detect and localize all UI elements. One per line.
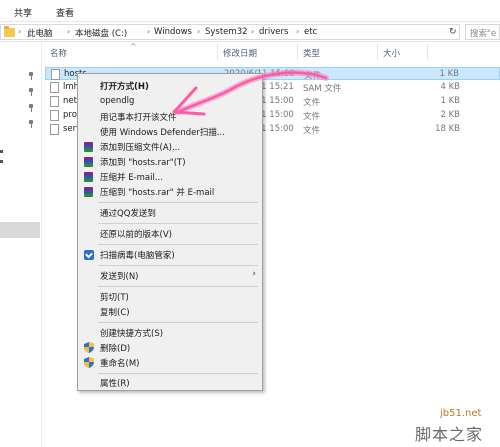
breadcrumb-system32[interactable]: System32 <box>205 27 248 37</box>
menu-defender-scan[interactable]: 使用 Windows Defender扫描... <box>78 125 262 139</box>
pin-icon[interactable] <box>28 120 34 128</box>
file-icon <box>51 69 60 80</box>
chevron-right-icon: › <box>18 27 22 36</box>
watermark-site: jb51.net <box>440 408 482 419</box>
menu-properties[interactable]: 属性(R) <box>78 376 262 390</box>
menu-label: 使用 Windows Defender扫描... <box>100 128 225 138</box>
winrar-icon <box>84 142 93 152</box>
breadcrumb-this-pc[interactable]: 此电脑 <box>27 27 53 39</box>
context-menu: 打开方式(H) opendlg 用记事本打开该文件 使用 Windows Def… <box>77 73 263 391</box>
menu-label: 添加到压缩文件(A)... <box>100 143 181 153</box>
search-input[interactable]: 搜索"e <box>465 24 500 40</box>
menu-separator <box>98 373 258 374</box>
menu-send-to[interactable]: 发送到(N) › <box>78 269 262 283</box>
search-placeholder: 搜索"e <box>470 29 497 39</box>
menu-label: 复制(C) <box>100 308 130 318</box>
chevron-right-icon: › <box>251 27 255 36</box>
folder-icon <box>4 26 15 37</box>
menu-scan-virus[interactable]: 扫描病毒(电脑管家) <box>78 248 262 262</box>
menu-copy[interactable]: 复制(C) <box>78 305 262 319</box>
chevron-right-icon: › <box>67 27 71 36</box>
menu-separator <box>98 286 258 287</box>
file-icon <box>50 110 59 121</box>
file-icon <box>50 96 59 107</box>
watermark-brand: 脚本之家 <box>415 425 484 444</box>
menu-separator <box>98 265 258 266</box>
nav-marker <box>0 150 3 153</box>
menu-add-archive[interactable]: 添加到压缩文件(A)... <box>78 140 262 154</box>
chevron-right-icon: › <box>147 27 151 36</box>
chevron-right-icon: › <box>252 269 256 279</box>
menu-label: 发送到(N) <box>100 272 139 282</box>
menu-compress-email[interactable]: 压缩并 E-mail... <box>78 170 262 184</box>
menu-label: 压缩到 "hosts.rar" 并 E-mail <box>100 188 215 198</box>
column-size[interactable]: 大小 <box>383 47 400 59</box>
column-divider[interactable] <box>377 44 378 60</box>
menu-rename[interactable]: 重命名(M) <box>78 356 262 370</box>
file-icon <box>50 124 59 135</box>
nav-selected-item[interactable] <box>0 222 40 238</box>
menu-cut[interactable]: 剪切(T) <box>78 290 262 304</box>
nav-marker <box>0 160 3 163</box>
breadcrumb-drivers[interactable]: drivers <box>259 27 288 37</box>
shield-icon <box>84 342 94 353</box>
menu-separator <box>98 322 258 323</box>
breadcrumb-local-disk[interactable]: 本地磁盘 (C:) <box>75 27 127 39</box>
pin-icon[interactable] <box>28 88 34 96</box>
menu-create-shortcut[interactable]: 创建快捷方式(S) <box>78 326 262 340</box>
file-size: 1 KB <box>440 96 460 106</box>
ribbon-tabs: 共享 查看 <box>0 0 500 22</box>
tab-share[interactable]: 共享 <box>14 6 32 19</box>
pin-icon[interactable] <box>28 72 34 80</box>
tab-view[interactable]: 查看 <box>56 6 74 19</box>
refresh-icon[interactable]: ↻ <box>449 27 457 37</box>
menu-label: 扫描病毒(电脑管家) <box>100 251 175 261</box>
menu-label: 重命名(M) <box>100 359 140 369</box>
menu-label: 创建快捷方式(S) <box>100 329 164 339</box>
shield-icon <box>84 357 94 368</box>
menu-label: 通过QQ发送到 <box>100 209 156 219</box>
chevron-right-icon: › <box>197 27 201 36</box>
column-name[interactable]: 名称 <box>50 47 67 59</box>
pin-icon[interactable] <box>28 104 34 112</box>
file-size: 4 KB <box>440 82 460 92</box>
breadcrumb-etc[interactable]: etc <box>304 27 317 37</box>
navigation-pane <box>0 42 42 447</box>
menu-label: 打开方式(H) <box>100 82 149 92</box>
column-divider[interactable] <box>427 44 428 60</box>
menu-label: 还原以前的版本(V) <box>100 230 172 240</box>
menu-label: 压缩并 E-mail... <box>100 173 163 183</box>
file-icon <box>50 82 59 93</box>
menu-add-hosts-rar[interactable]: 添加到 "hosts.rar"(T) <box>78 155 262 169</box>
menu-label: 删除(D) <box>100 344 131 354</box>
address-row: › 此电脑 › 本地磁盘 (C:) › Windows › System32 ›… <box>0 22 500 42</box>
menu-separator <box>98 202 258 203</box>
file-type: 文件 <box>303 126 321 136</box>
breadcrumb-windows[interactable]: Windows <box>154 27 192 37</box>
winrar-icon <box>84 157 93 167</box>
menu-delete[interactable]: 删除(D) <box>78 341 262 355</box>
menu-compress-rar-email[interactable]: 压缩到 "hosts.rar" 并 E-mail <box>78 185 262 199</box>
menu-label: opendlg <box>100 96 135 106</box>
menu-label: 剪切(T) <box>100 293 129 303</box>
menu-separator <box>98 223 258 224</box>
sort-up-icon: ^ <box>130 42 137 51</box>
file-size: 1 KB <box>439 69 459 79</box>
file-size: 2 KB <box>440 110 460 120</box>
menu-send-qq[interactable]: 通过QQ发送到 <box>78 206 262 220</box>
file-size: 18 KB <box>435 124 460 134</box>
winrar-icon <box>84 187 93 197</box>
address-bar[interactable]: › 此电脑 › 本地磁盘 (C:) › Windows › System32 ›… <box>0 24 460 40</box>
menu-separator <box>98 244 258 245</box>
chevron-right-icon: › <box>296 27 300 36</box>
menu-label: 属性(R) <box>100 379 130 389</box>
winrar-icon <box>84 172 93 182</box>
menu-label: 添加到 "hosts.rar"(T) <box>100 158 186 168</box>
annotation-arrow-icon <box>172 69 329 116</box>
pc-manager-icon <box>84 250 94 260</box>
menu-restore-versions[interactable]: 还原以前的版本(V) <box>78 227 262 241</box>
